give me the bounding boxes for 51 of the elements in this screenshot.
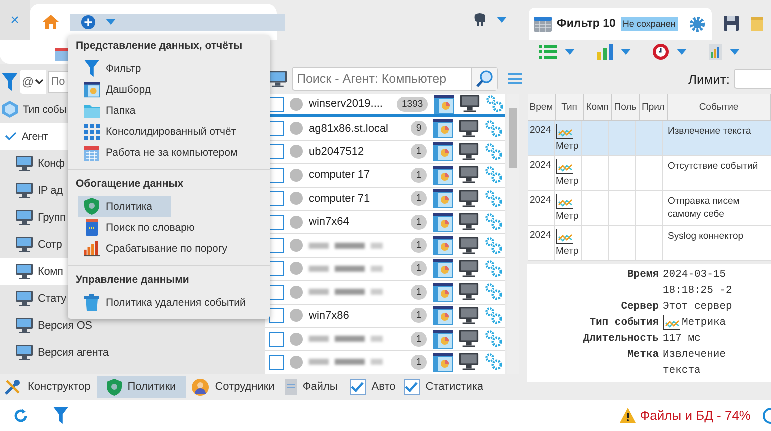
detail-value: 2024-03-15 bbox=[663, 268, 728, 283]
agent-name: ag81x86.st.local bbox=[309, 122, 390, 135]
table-cell-text: Syslog коннектор bbox=[667, 230, 745, 244]
table-cell-text: Извлечение текста bbox=[667, 125, 752, 139]
table-cell-text: Отсутствие событий bbox=[667, 160, 760, 174]
detail-value: Метрика bbox=[682, 316, 726, 331]
agent-name: computer 17 bbox=[309, 169, 372, 182]
option-label: Статистика bbox=[426, 381, 484, 393]
agent-name: win7x86 bbox=[309, 310, 350, 322]
count-badge: 1393 bbox=[397, 96, 428, 112]
menu-section-title: Обогащение данных bbox=[75, 177, 185, 192]
table-cell: Метр bbox=[556, 176, 580, 187]
table-cell: 2024 bbox=[528, 226, 555, 260]
count-badge: 1 bbox=[411, 214, 427, 230]
table-cell: 2024 bbox=[528, 191, 555, 225]
table-cell: Метр bbox=[556, 141, 580, 152]
table-cell: 2024 bbox=[528, 156, 555, 190]
detail-label: Длительность bbox=[582, 332, 659, 347]
count-badge: 1 bbox=[411, 191, 427, 206]
tab-title: Фильтр 10 bbox=[557, 18, 616, 30]
count-badge: 1 bbox=[411, 238, 427, 254]
count-badge: 1 bbox=[411, 354, 427, 370]
count-badge: 1 bbox=[411, 332, 427, 347]
table-cell: Метр bbox=[556, 211, 580, 222]
agent-name: computer 71 bbox=[309, 192, 372, 205]
detail-label: Метка bbox=[626, 348, 659, 363]
count-badge: 9 bbox=[411, 121, 427, 136]
count-badge: 1 bbox=[411, 261, 427, 276]
detail-label: Тип события bbox=[588, 316, 659, 331]
table-cell: Метр bbox=[556, 246, 580, 257]
detail-label: Сервер bbox=[620, 300, 659, 315]
detail-value: Извлечение bbox=[663, 348, 726, 363]
count-badge: 1 bbox=[411, 308, 427, 324]
limit-label: Лимит: bbox=[688, 72, 730, 86]
detail-value: 18:18:25 -2 bbox=[663, 284, 732, 299]
count-badge: 1 bbox=[411, 168, 427, 183]
table-cell: 2024 bbox=[528, 121, 555, 155]
agent-name: winserv2019.... bbox=[309, 98, 384, 110]
detail-label: Время bbox=[626, 268, 659, 283]
detail-value: текста bbox=[663, 364, 702, 379]
menu-section-title: Управление данными bbox=[75, 273, 190, 288]
agent-name: ub2047512 bbox=[309, 146, 366, 158]
status-badge: Не сохранен bbox=[620, 17, 678, 31]
option-label: Авто bbox=[372, 381, 396, 393]
agent-name: win7x64 bbox=[309, 216, 350, 228]
menu-section-title: Представление данных, отчёты bbox=[75, 39, 244, 54]
count-badge: 1 bbox=[411, 144, 427, 160]
detail-value: Этот сервер bbox=[663, 300, 732, 315]
count-badge: 1 bbox=[411, 284, 427, 300]
table-cell-text: Отправка писем самому себе bbox=[667, 195, 741, 222]
detail-value: 117 мс bbox=[663, 332, 701, 347]
